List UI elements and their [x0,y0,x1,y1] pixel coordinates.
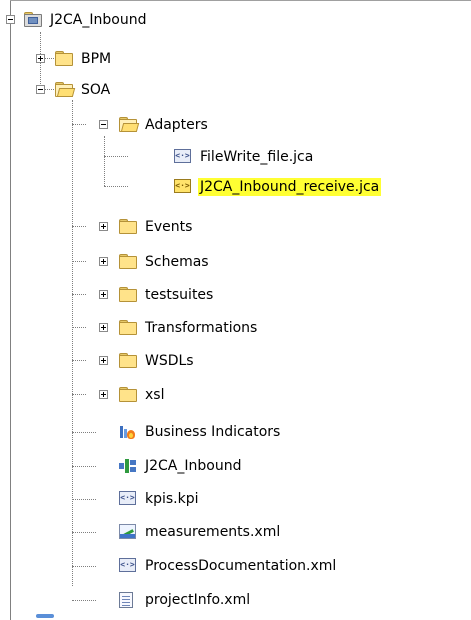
tree-node-label: WSDLs [145,353,194,369]
tree-node-wsdls[interactable]: WSDLs [119,350,196,372]
tree-node-label: J2CA_Inbound [50,12,147,28]
tree-node-label: measurements.xml [145,524,281,540]
collapse-toggle-root[interactable] [6,15,15,24]
business-indicators-icon [119,424,137,440]
xml-file-icon: <·> [119,558,137,574]
folder-open-icon [119,117,137,133]
folder-icon [119,254,137,270]
tree-line [72,566,96,567]
tree-line [72,327,86,328]
tree-node-label: Events [145,219,193,235]
tree-node-schemas[interactable]: Schemas [119,251,211,273]
tree-node-xsl[interactable]: xsl [119,384,166,406]
tree-node-label: Business Indicators [145,424,281,440]
tree-node-soa[interactable]: SOA [55,79,112,101]
folder-icon [119,353,137,369]
tree-node-projectinfo-xml[interactable]: projectInfo.xml [119,589,252,611]
expand-toggle-transformations[interactable] [99,323,108,332]
tree-line [72,124,86,125]
tree-line [104,136,105,186]
project-tree-panel: J2CA_Inbound BPM SOA Adapters <·> FileWr… [0,0,471,620]
collapse-toggle-adapters[interactable] [99,120,108,129]
tree-node-label: Transformations [145,320,258,336]
expand-toggle-events[interactable] [99,222,108,231]
collapse-toggle-soa[interactable] [36,85,45,94]
tree-line [72,226,86,227]
tree-line [72,394,86,395]
tree-node-label: FileWrite_file.jca [200,149,314,165]
tree-line [72,532,96,533]
tree-node-label: xsl [145,387,165,403]
composite-icon [119,458,137,474]
tree-line [72,261,86,262]
tree-node-label: testsuites [145,287,214,303]
measurements-chart-icon [119,524,137,540]
tree-node-label: kpis.kpi [145,491,199,507]
folder-icon [119,320,137,336]
expand-toggle-schemas[interactable] [99,257,108,266]
expand-toggle-xsl[interactable] [99,390,108,399]
tree-node-label: SOA [81,82,111,98]
tree-node-label: J2CA_Inbound [145,458,242,474]
jca-file-icon: <·> [174,149,192,165]
tree-node-bpm[interactable]: BPM [55,48,113,70]
jca-file-icon: <·> [174,179,192,195]
tree-node-kpis-kpi[interactable]: <·> kpis.kpi [119,488,201,510]
tree-node-testsuites[interactable]: testsuites [119,284,215,306]
panel-top-border [10,0,471,1]
tree-node-root[interactable]: J2CA_Inbound [24,9,148,31]
folder-icon [119,219,137,235]
tree-node-events[interactable]: Events [119,216,194,238]
tree-node-label: Schemas [145,254,209,270]
tree-line [72,100,73,586]
tree-line [104,156,128,157]
tree-node-processdocumentation-xml[interactable]: <·> ProcessDocumentation.xml [119,555,338,577]
tree-line [72,466,96,467]
project-folder-icon [24,12,42,28]
tree-node-measurements-xml[interactable]: measurements.xml [119,521,282,543]
tree-line [72,600,96,601]
tree-node-label: projectInfo.xml [145,592,251,608]
kpi-file-icon: <·> [119,491,137,507]
folder-icon [119,387,137,403]
document-icon [119,592,137,608]
tree-node-label: Adapters [145,117,208,133]
tree-node-transformations[interactable]: Transformations [119,317,259,339]
tree-line [72,499,96,500]
tree-line [72,294,86,295]
tree-line [72,360,86,361]
tree-node-label: BPM [81,51,112,67]
tree-node-j2ca-inbound-receive-jca[interactable]: <·> J2CA_Inbound_receive.jca [174,176,382,198]
expand-toggle-bpm[interactable] [36,54,45,63]
folder-open-icon [55,82,73,98]
tree-node-label-selected: J2CA_Inbound_receive.jca [198,178,382,196]
tree-line [72,432,96,433]
partial-next-item-icon [36,614,54,618]
tree-node-business-indicators[interactable]: Business Indicators [119,421,282,443]
tree-node-label: ProcessDocumentation.xml [145,558,337,574]
tree-node-adapters[interactable]: Adapters [119,114,210,136]
tree-line [104,186,128,187]
folder-icon [119,287,137,303]
tree-node-filewrite-file-jca[interactable]: <·> FileWrite_file.jca [174,146,315,168]
tree-node-j2ca-inbound-composite[interactable]: J2CA_Inbound [119,455,243,477]
expand-toggle-wsdls[interactable] [99,356,108,365]
panel-left-border [10,0,11,620]
expand-toggle-testsuites[interactable] [99,290,108,299]
folder-icon [55,51,73,67]
